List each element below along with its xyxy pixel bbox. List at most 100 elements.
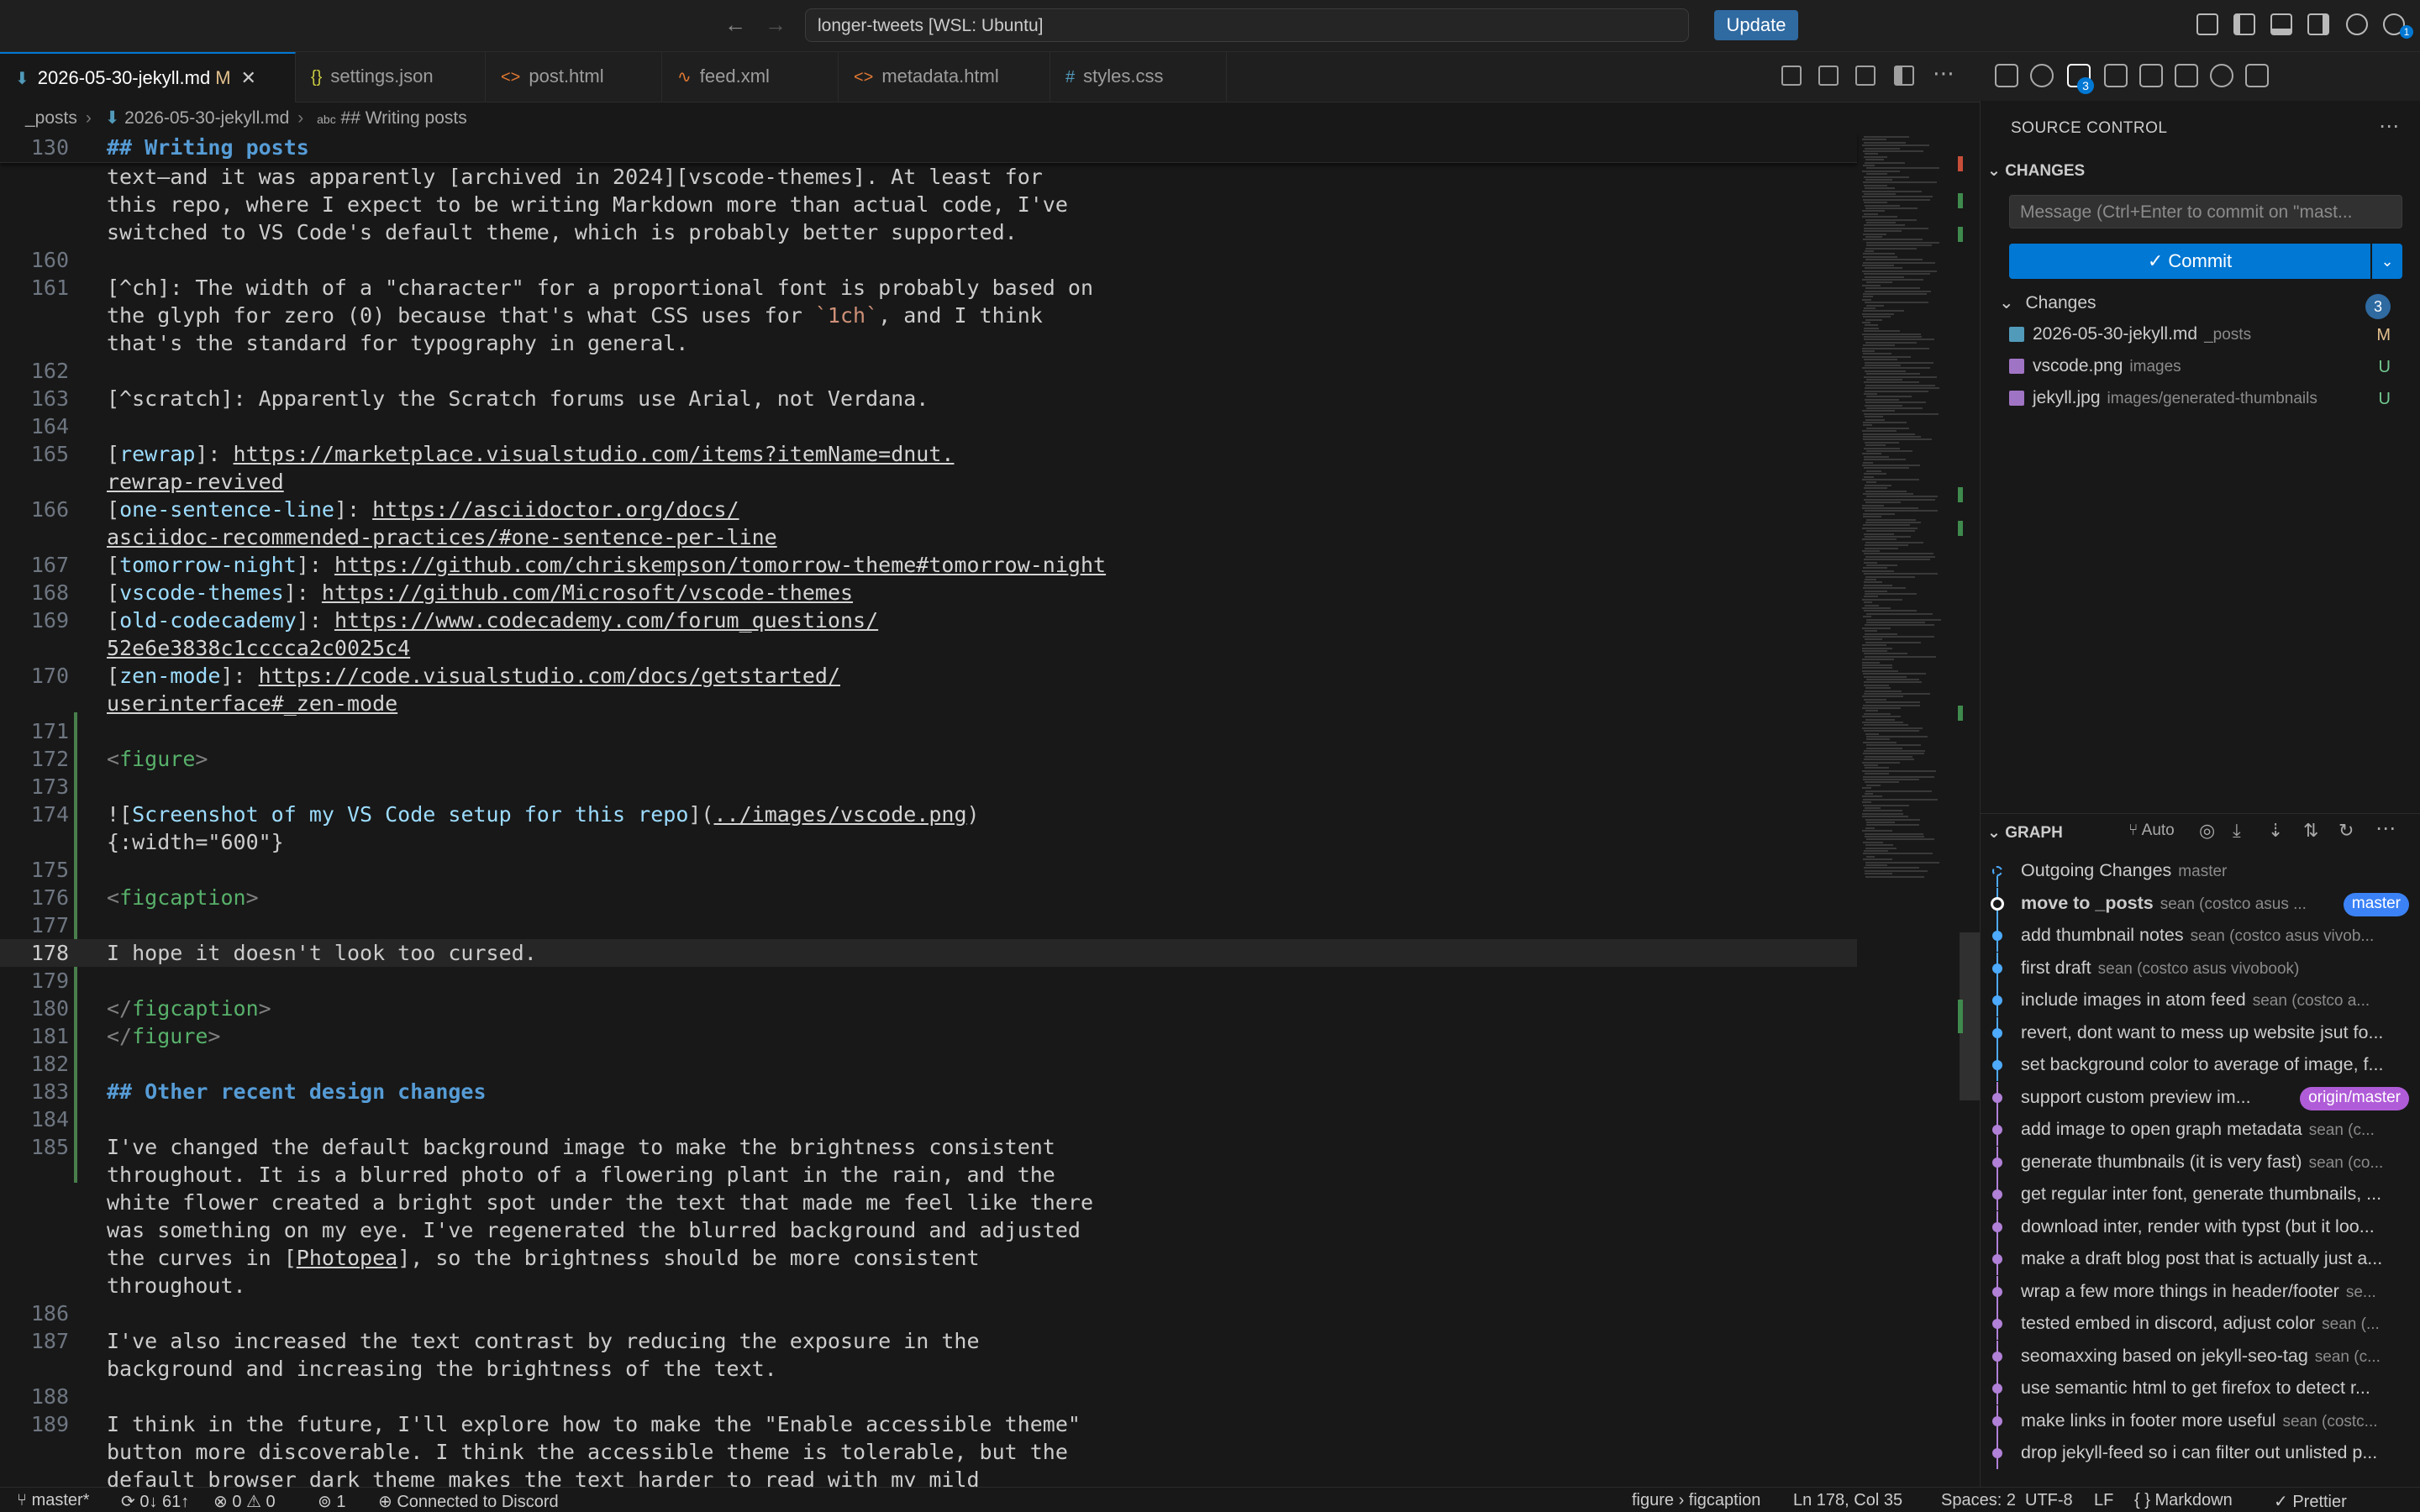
customize-layout-icon[interactable] [2196, 13, 2218, 35]
toggle-panel-icon[interactable] [2270, 13, 2292, 35]
commit-row[interactable]: generate thumbnails (it is very fast) sea… [1987, 1146, 2416, 1179]
graph-auto-toggle[interactable]: ⑂ Auto [2128, 822, 2175, 840]
open-preview-icon[interactable] [1781, 66, 1802, 86]
chevron-down-icon: ⌄ [1999, 293, 2014, 312]
commit-row[interactable]: move to _posts sean (costco asus ... maste… [1987, 887, 2416, 920]
more-actions-icon[interactable]: ⋯ [2375, 816, 2396, 841]
docker-icon[interactable] [2245, 64, 2269, 87]
minimap-line [1864, 202, 1887, 204]
commit-row[interactable]: set background color to average of image… [1987, 1049, 2416, 1081]
tab-styles-css[interactable]: # styles.css [1050, 52, 1227, 102]
discord-status[interactable]: ⊕ Connected to Discord [378, 1491, 559, 1512]
minimap-line [1862, 669, 1898, 672]
arrow-right-icon[interactable]: → [765, 12, 786, 38]
tab-jekyll-md[interactable]: ⬇ 2026-05-30-jekyll.md M ✕ [0, 52, 296, 102]
sticky-scroll-header[interactable]: 130 ## Writing posts [0, 133, 1857, 163]
minimap-line [1863, 433, 1915, 435]
editor[interactable]: text—and it was apparently [archived in … [0, 133, 1865, 1487]
branch-indicator[interactable]: ⑂ master* [17, 1491, 89, 1510]
commit-row[interactable]: include images in atom feed sean (costco … [1987, 984, 2416, 1016]
commit-row[interactable]: tested embed in discord, adjust color sea… [1987, 1308, 2416, 1340]
commit-row[interactable]: drop jekyll-feed so i can filter out unl… [1987, 1437, 2416, 1469]
commit-row[interactable]: wrap a few more things in header/footer s… [1987, 1275, 2416, 1308]
toggle-secondary-sidebar-icon[interactable] [2307, 13, 2329, 35]
changed-file-row[interactable]: 2026-05-30-jekyll.md _posts M [2009, 324, 2412, 354]
minimap[interactable] [1859, 133, 1953, 1485]
remote-explorer-icon[interactable] [2175, 64, 2198, 87]
tab-label: feed.xml [699, 66, 770, 87]
explorer-icon[interactable] [1995, 64, 2018, 87]
search-icon[interactable] [2030, 64, 2054, 87]
tab-metadata-html[interactable]: <> metadata.html [839, 52, 1050, 102]
commit-row[interactable]: download inter, render with typst (but i… [1987, 1210, 2416, 1243]
open-changes-icon[interactable] [1818, 66, 1839, 86]
changes-group[interactable]: ⌄ Changes 3 [1999, 292, 2402, 323]
changed-file-row[interactable]: vscode.png images U [2009, 356, 2412, 386]
cursor-position[interactable]: Ln 178, Col 35 [1793, 1491, 1902, 1510]
commit-row[interactable]: first draft sean (costco asus vivobook) [1987, 952, 2416, 984]
commit-row[interactable]: add thumbnail notes sean (costco asus viv… [1987, 920, 2416, 952]
commit-button[interactable]: ✓ Commit [2009, 244, 2370, 279]
split-editor-icon[interactable] [1894, 66, 1914, 86]
extensions-icon[interactable] [2139, 64, 2163, 87]
more-actions-icon[interactable]: ⋯ [2379, 114, 2399, 139]
tab-feed-xml[interactable]: ∿ feed.xml [662, 52, 839, 102]
minimap-line [1866, 738, 1890, 741]
breadcrumb-folder[interactable]: _posts [25, 108, 77, 128]
go-to-current-icon[interactable]: ◎ [2199, 820, 2215, 842]
refresh-icon[interactable]: ↻ [2338, 820, 2354, 842]
ports-indicator[interactable]: ⊚ 1 [318, 1491, 345, 1512]
commit-row[interactable]: use semantic html to get firefox to dete… [1987, 1373, 2416, 1404]
minimap-line [1864, 712, 1891, 715]
encoding[interactable]: UTF-8 [2025, 1491, 2073, 1510]
commit-row[interactable]: make links in footer more useful sean (co… [1987, 1404, 2416, 1437]
minimap-line [1864, 561, 1877, 564]
language-mode[interactable]: { } Markdown [2134, 1491, 2233, 1510]
code-line: 180 </figcaption> [30, 996, 271, 1021]
end-of-line[interactable]: LF [2094, 1491, 2113, 1510]
outgoing-changes-row[interactable]: Outgoing Changes master [1987, 855, 2416, 887]
breadcrumb-file[interactable]: 2026-05-30-jekyll.md [124, 108, 289, 128]
commit-row[interactable]: revert, dont want to mess up website jsu… [1987, 1016, 2416, 1049]
update-button[interactable]: Update [1714, 10, 1798, 40]
tab-post-html[interactable]: <> post.html [486, 52, 662, 102]
commit-row[interactable]: support custom preview im... origin/maste… [1987, 1081, 2416, 1114]
ref-badge[interactable]: master [2343, 892, 2409, 916]
source-control-action-icon[interactable] [1855, 66, 1876, 86]
more-actions-icon[interactable]: ⋯ [1933, 60, 1954, 87]
breadcrumb-symbol[interactable]: ## Writing posts [341, 108, 467, 128]
commit-dropdown-icon[interactable]: ⌄ [2372, 244, 2402, 279]
string-symbol-icon: abc [317, 113, 336, 126]
sync-indicator[interactable]: ⟳ 0↓ 61↑ [121, 1491, 189, 1512]
indentation[interactable]: Spaces: 2 [1941, 1491, 2016, 1510]
prettier-status[interactable]: ✓ Prettier [2274, 1491, 2347, 1512]
problems-indicator[interactable]: ⊗ 0 ⚠ 0 [213, 1491, 276, 1512]
status-breadcrumb[interactable]: figure › figcaption [1632, 1491, 1760, 1510]
minimap-line [1863, 296, 1873, 298]
toggle-primary-sidebar-icon[interactable] [2233, 13, 2255, 35]
commit-row[interactable]: seomaxxing based on jekyll-seo-tag sean (… [1987, 1340, 2416, 1373]
minimap-line [1863, 436, 1921, 438]
commit-row[interactable]: add image to open graph metadata sean (c.… [1987, 1114, 2416, 1146]
pull-icon[interactable]: ⇣ [2268, 820, 2283, 842]
commit-row[interactable]: get regular inter font, generate thumbna… [1987, 1179, 2416, 1210]
commit-row[interactable]: make a draft blog post that is actually … [1987, 1243, 2416, 1275]
graph-section-header[interactable]: ⌄ GRAPH [1987, 823, 2063, 843]
tab-settings-json[interactable]: {} settings.json [296, 52, 486, 102]
minimap-line [1863, 798, 1938, 801]
minimap-line [1865, 204, 1900, 207]
changes-section-header[interactable]: ⌄ CHANGES [1987, 161, 2085, 181]
account-icon[interactable] [2346, 13, 2368, 35]
command-center[interactable]: longer-tweets [WSL: Ubuntu] [805, 8, 1689, 42]
close-icon[interactable]: ✕ [241, 67, 256, 88]
github-icon[interactable] [2210, 64, 2233, 87]
push-icon[interactable]: ⇅ [2303, 820, 2318, 842]
fetch-icon[interactable]: ⤓ [2233, 820, 2241, 842]
changed-file-row[interactable]: jekyll.jpg images/generated-thumbnails U [2009, 388, 2412, 418]
minimap-line [1865, 547, 1898, 549]
ref-badge[interactable]: origin/master [2300, 1086, 2409, 1110]
run-debug-icon[interactable] [2104, 64, 2128, 87]
minimap-line [1865, 755, 1912, 758]
commit-message-input[interactable]: Message (Ctrl+Enter to commit on "mast..… [2009, 195, 2402, 228]
arrow-left-icon[interactable]: ← [724, 12, 746, 38]
